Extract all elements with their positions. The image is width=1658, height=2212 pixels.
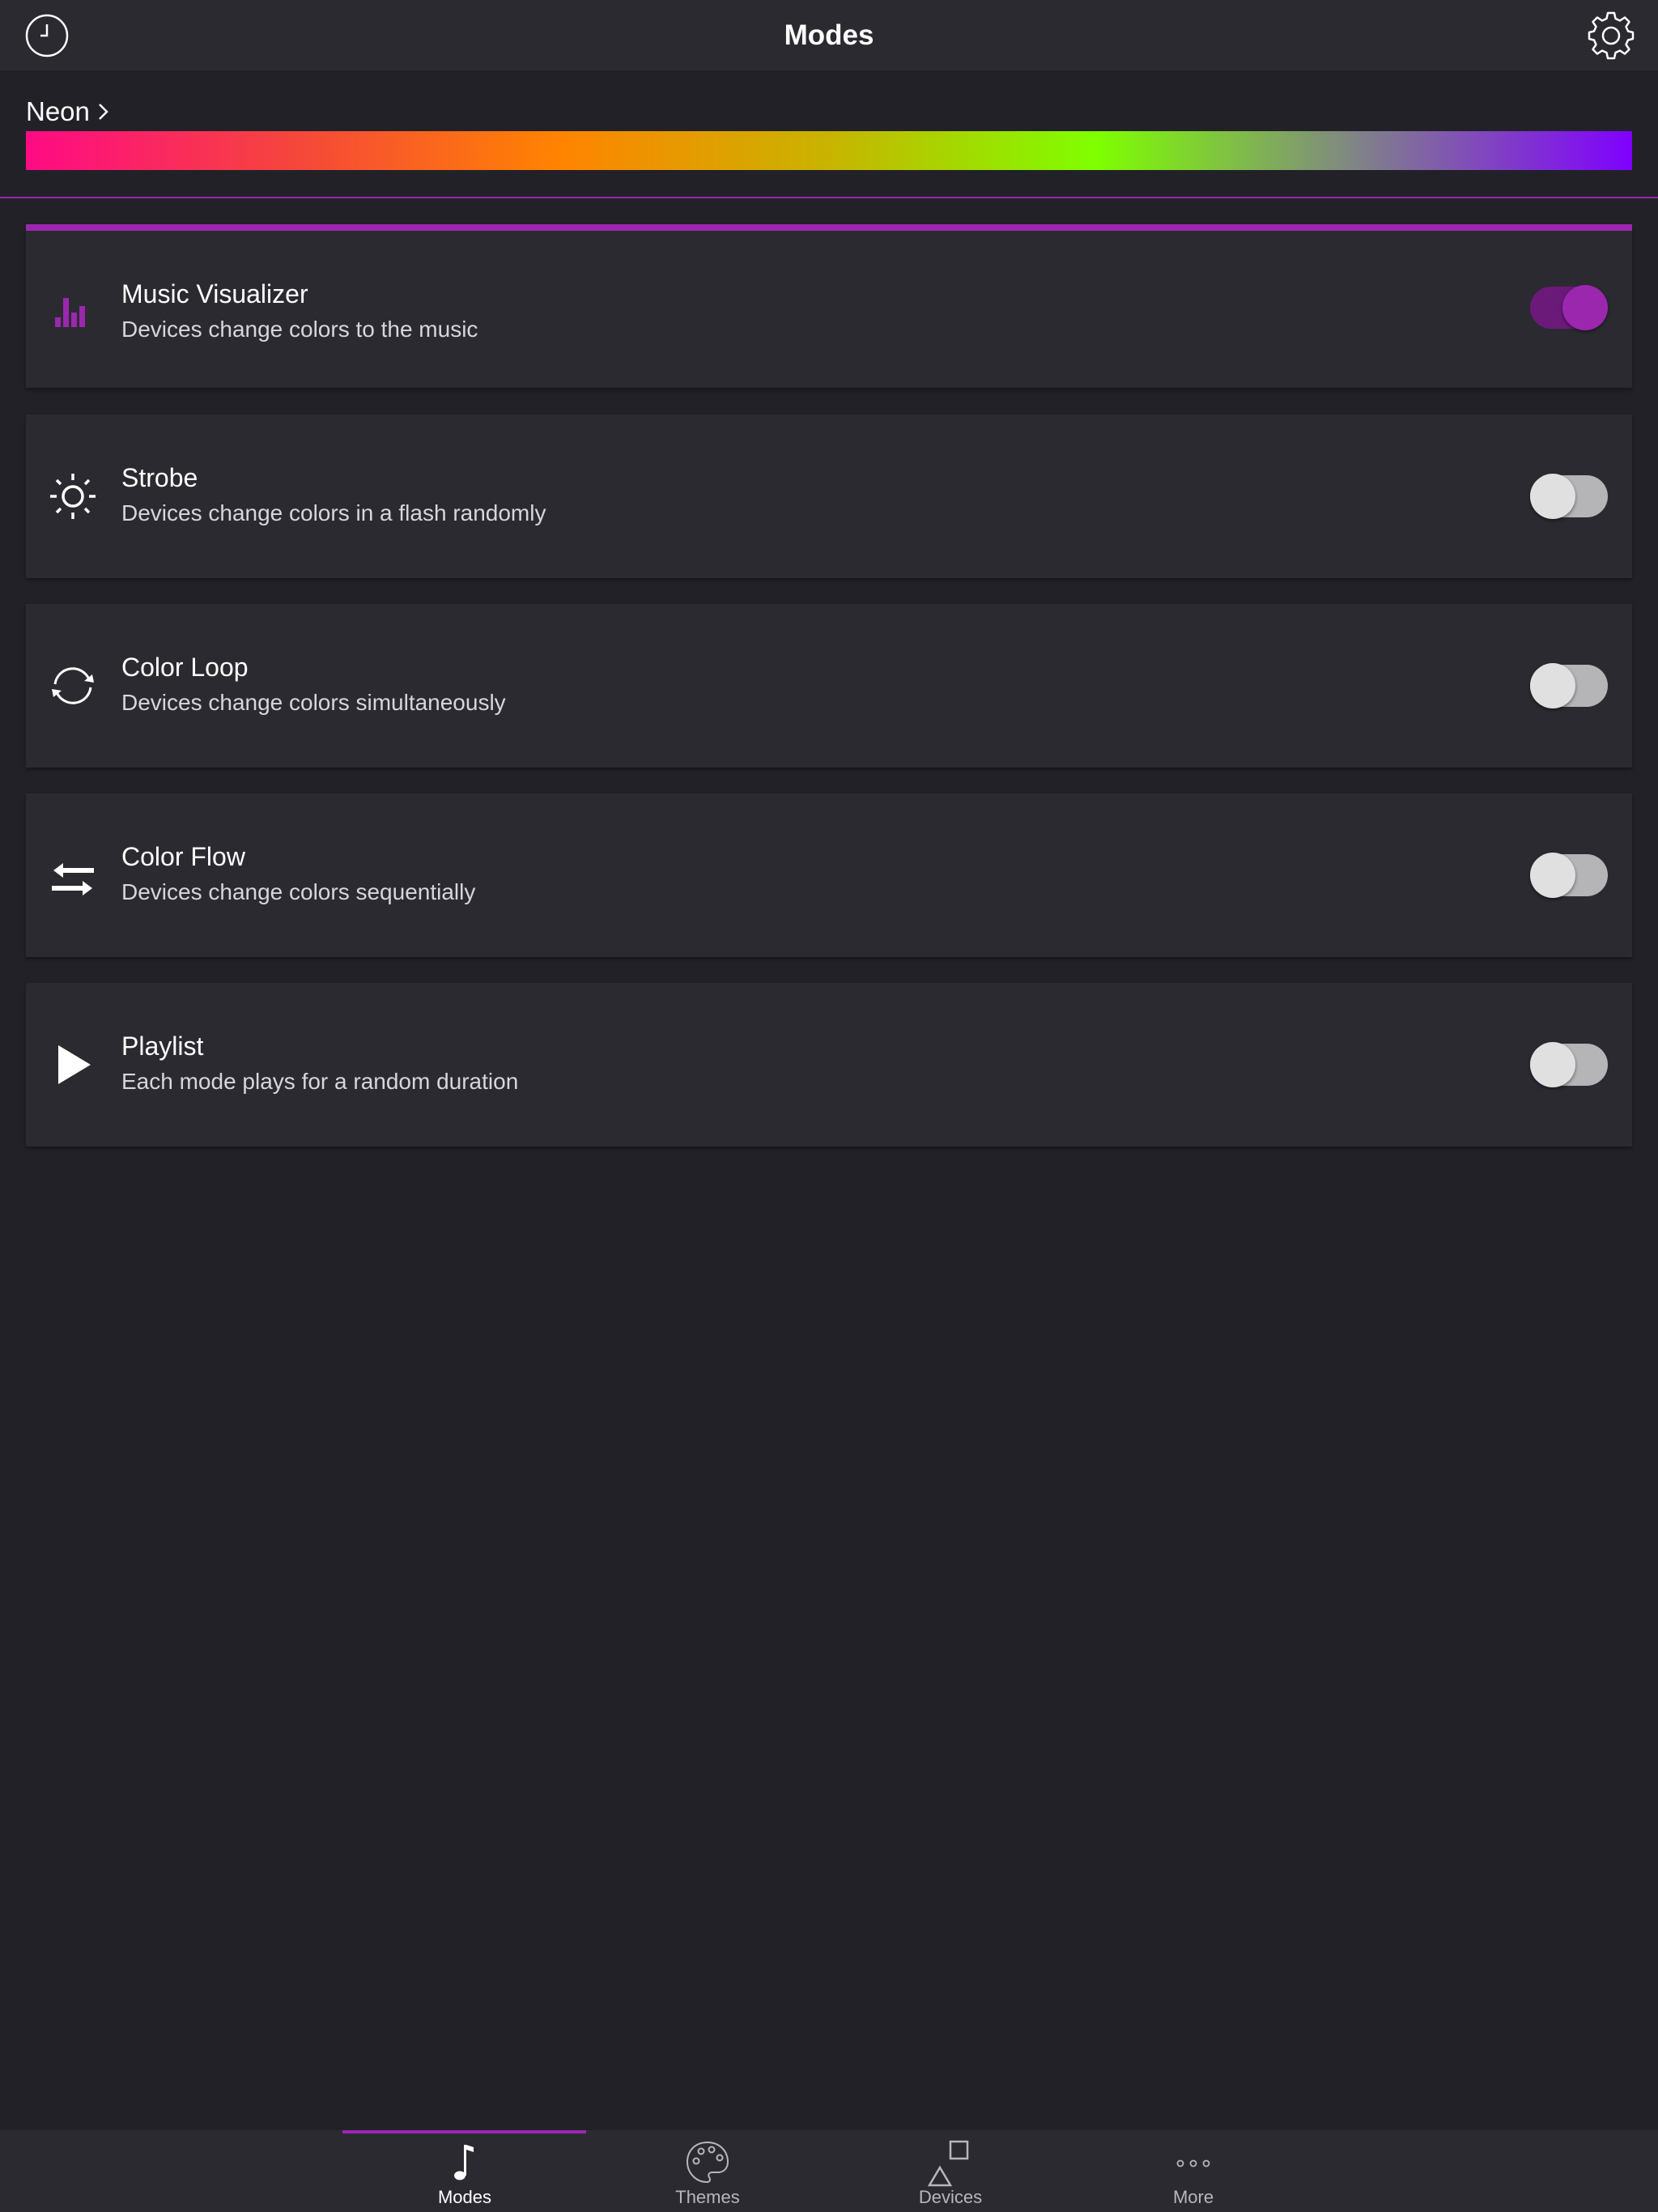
tab-label: Themes <box>675 2187 740 2207</box>
tab-label: More <box>1172 2187 1214 2207</box>
divider <box>0 197 1658 198</box>
toggle-knob <box>1530 474 1575 519</box>
mode-description: Devices change colors in a flash randoml… <box>121 500 546 525</box>
toggle-knob <box>1530 663 1575 708</box>
mode-title: Strobe <box>121 463 198 492</box>
toggle-knob <box>1562 285 1608 330</box>
mode-description: Devices change colors sequentially <box>121 879 476 904</box>
mode-card-color-loop[interactable]: Color Loop Devices change colors simulta… <box>26 604 1632 768</box>
settings-button[interactable] <box>1587 11 1635 60</box>
shapes-icon <box>927 2140 969 2187</box>
toggle-knob <box>1530 1042 1575 1087</box>
play-icon <box>58 1045 91 1084</box>
mode-description: Devices change colors simultaneously <box>121 690 506 715</box>
strobe-toggle[interactable] <box>1530 474 1608 519</box>
theme-name: Neon <box>26 96 90 126</box>
chevron-right-icon <box>99 104 108 120</box>
mode-title: Color Flow <box>121 842 245 871</box>
mode-title: Playlist <box>121 1032 204 1061</box>
gear-icon <box>1588 11 1635 60</box>
mode-description: Each mode plays for a random duration <box>121 1069 519 1094</box>
sun-icon <box>50 474 96 519</box>
more-dots-icon <box>1176 2159 1210 2167</box>
mode-card-playlist[interactable]: Playlist Each mode plays for a random du… <box>26 983 1632 1146</box>
mode-card-color-flow[interactable]: Color Flow Devices change colors sequent… <box>26 793 1632 957</box>
toggle-knob <box>1530 853 1575 898</box>
tab-label: Devices <box>918 2187 983 2207</box>
loop-arrows-icon <box>52 667 94 704</box>
theme-gradient-bar[interactable] <box>26 131 1632 170</box>
tab-devices[interactable]: Devices <box>829 2130 1072 2212</box>
mode-description: Devices change colors to the music <box>121 317 478 342</box>
music-visualizer-toggle[interactable] <box>1530 285 1608 330</box>
color-loop-toggle[interactable] <box>1530 663 1608 708</box>
mode-title: Color Loop <box>121 653 249 682</box>
theme-selector[interactable]: Neon <box>26 93 111 130</box>
mode-card-strobe[interactable]: Strobe Devices change colors in a flash … <box>26 415 1632 578</box>
mode-title: Music Visualizer <box>121 279 308 308</box>
top-bar: Modes <box>0 0 1658 70</box>
mode-card-music-visualizer[interactable]: Music Visualizer Devices change colors t… <box>26 224 1632 388</box>
bar-chart-icon <box>55 298 85 327</box>
bottom-tab-bar: Modes Themes Devices More <box>0 2130 1658 2212</box>
tab-modes[interactable]: Modes <box>343 2130 586 2212</box>
music-note-icon <box>454 2145 474 2180</box>
color-flow-toggle[interactable] <box>1530 853 1608 898</box>
page-title: Modes <box>784 19 874 51</box>
palette-icon <box>686 2141 729 2184</box>
playlist-toggle[interactable] <box>1530 1042 1608 1087</box>
tab-themes[interactable]: Themes <box>586 2130 829 2212</box>
swap-arrows-icon <box>52 863 94 895</box>
tab-more[interactable]: More <box>1072 2130 1315 2212</box>
tab-label: Modes <box>437 2187 492 2207</box>
current-theme: Neon <box>0 70 1658 198</box>
